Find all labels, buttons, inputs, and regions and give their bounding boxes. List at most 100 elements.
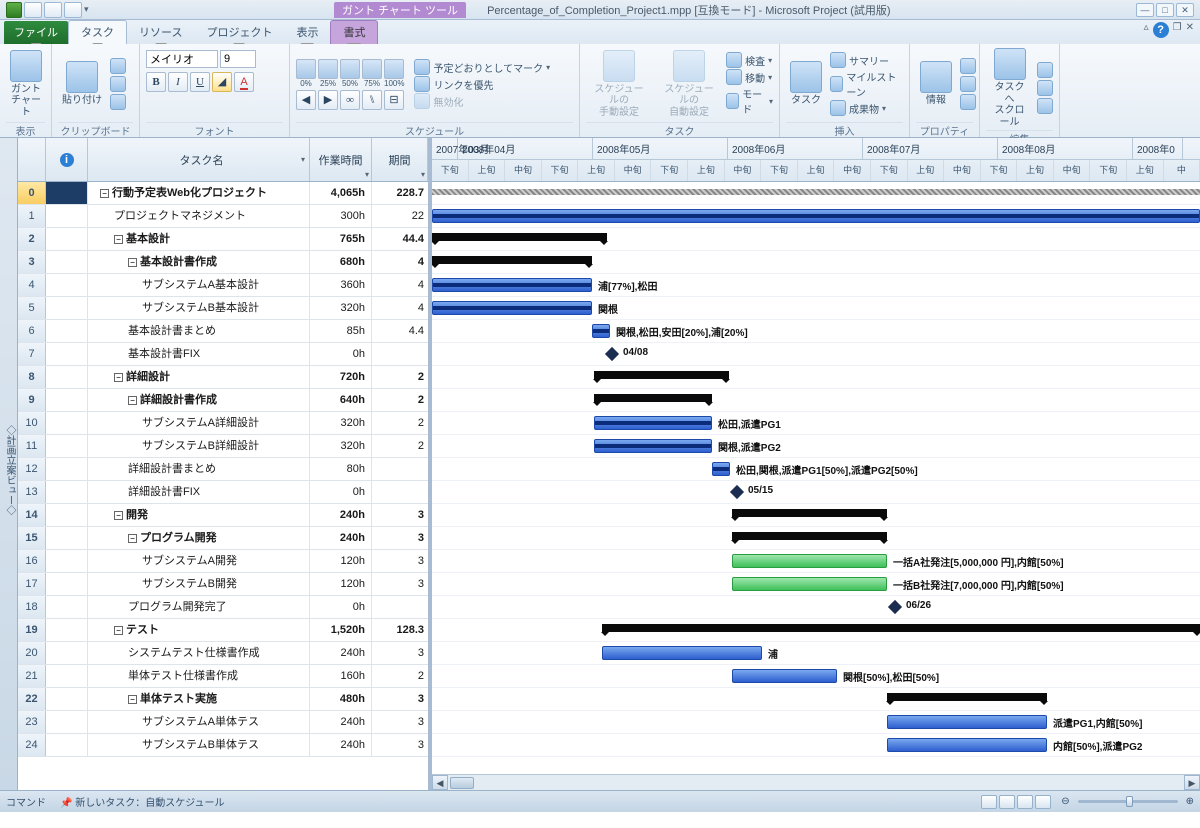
table-row[interactable]: 24サブシステムB単体テス240h3	[18, 734, 428, 757]
paste-button[interactable]: 貼り付け	[58, 59, 106, 109]
pct-button[interactable]	[340, 59, 360, 79]
mdi-restore-icon[interactable]: ❐	[1173, 22, 1182, 38]
copy-icon[interactable]	[110, 76, 126, 92]
table-row[interactable]: 10サブシステムA詳細設計320h2	[18, 412, 428, 435]
task-insert-button[interactable]: タスク	[786, 59, 826, 109]
qat-save[interactable]	[24, 2, 42, 18]
table-row[interactable]: 19−テスト1,520h128.3	[18, 619, 428, 642]
task-bar[interactable]	[732, 554, 887, 568]
minimize-button[interactable]: —	[1136, 3, 1154, 17]
table-row[interactable]: 13詳細設計書FIX0h	[18, 481, 428, 504]
table-row[interactable]: 3−基本設計書作成680h4	[18, 251, 428, 274]
bold-button[interactable]: B	[146, 72, 166, 92]
details-icon[interactable]	[960, 76, 976, 92]
col-duration[interactable]: 期間▾	[372, 138, 428, 181]
pct-button[interactable]	[318, 59, 338, 79]
table-row[interactable]: 4サブシステムA基本設計360h4	[18, 274, 428, 297]
col-task-name[interactable]: タスク名▾	[88, 138, 310, 181]
task-bar[interactable]	[887, 715, 1047, 729]
zoom-in-button[interactable]: ⊕	[1186, 796, 1194, 807]
inspect-button[interactable]: 検査▾	[726, 52, 772, 68]
task-bar[interactable]	[732, 669, 837, 683]
view-bar[interactable]: ◇計画立案ビュー◇	[0, 138, 18, 790]
move-button[interactable]: 移動▾	[726, 69, 772, 85]
tab-task[interactable]: タスクH	[68, 20, 127, 44]
table-row[interactable]: 12詳細設計書まとめ80h	[18, 458, 428, 481]
task-bar[interactable]	[594, 416, 712, 430]
table-row[interactable]: 23サブシステムA単体テス240h3	[18, 711, 428, 734]
table-row[interactable]: 15−プログラム開発240h3	[18, 527, 428, 550]
view-btn-4[interactable]	[1035, 795, 1051, 809]
notes-icon[interactable]	[960, 58, 976, 74]
table-row[interactable]: 1プロジェクトマネジメント300h22	[18, 205, 428, 228]
italic-button[interactable]: I	[168, 72, 188, 92]
scroll-to-task-button[interactable]: タスクへ スクロール	[986, 46, 1033, 130]
milestone-button[interactable]: マイルストーン	[830, 69, 903, 99]
task-bar[interactable]	[432, 301, 592, 315]
view-btn-2[interactable]	[999, 795, 1015, 809]
pct-button[interactable]	[384, 59, 404, 79]
indent-button[interactable]: ▶	[318, 90, 338, 110]
font-size-input[interactable]	[220, 50, 256, 68]
zoom-out-button[interactable]: ⊖	[1061, 796, 1069, 807]
fontcolor-button[interactable]: A	[234, 72, 254, 92]
table-row[interactable]: 9−詳細設計書作成640h2	[18, 389, 428, 412]
table-row[interactable]: 2−基本設計765h44.4	[18, 228, 428, 251]
milestone[interactable]	[730, 485, 744, 499]
link-button[interactable]: ∞	[340, 90, 360, 110]
timeline-icon[interactable]	[960, 94, 976, 110]
unlink-button[interactable]: ⑊	[362, 90, 382, 110]
table-row[interactable]: 0−行動予定表Web化プロジェクト4,065h228.7	[18, 182, 428, 205]
bgcolor-button[interactable]: ◢	[212, 72, 232, 92]
tab-file[interactable]: ファイルF	[4, 21, 68, 44]
split-button[interactable]: ⊟	[384, 90, 404, 110]
table-row[interactable]: 17サブシステムB開発120h3	[18, 573, 428, 596]
pct-button[interactable]	[362, 59, 382, 79]
information-button[interactable]: 情報	[916, 59, 956, 109]
mdi-close-icon[interactable]: ✕	[1186, 22, 1194, 38]
table-row[interactable]: 7基本設計書FIX0h	[18, 343, 428, 366]
table-row[interactable]: 21単体テスト仕様書作成160h2	[18, 665, 428, 688]
qat-undo[interactable]	[44, 2, 62, 18]
format-painter-icon[interactable]	[110, 94, 126, 110]
milestone[interactable]	[605, 347, 619, 361]
cut-icon[interactable]	[110, 58, 126, 74]
horizontal-scrollbar[interactable]: ◀▶	[432, 774, 1200, 790]
close-button[interactable]: ✕	[1176, 3, 1194, 17]
mode-button[interactable]: モード▾	[726, 86, 773, 116]
tab-format[interactable]: 書式JF	[330, 20, 378, 44]
find-icon[interactable]	[1037, 62, 1053, 78]
view-btn-3[interactable]	[1017, 795, 1033, 809]
help-icon[interactable]: ?	[1153, 22, 1169, 38]
table-row[interactable]: 11サブシステムB詳細設計320h2	[18, 435, 428, 458]
task-bar[interactable]	[592, 324, 610, 338]
task-bar[interactable]	[432, 278, 592, 292]
tab-view[interactable]: 表示W	[284, 21, 330, 44]
table-row[interactable]: 20システムテスト仕様書作成240h3	[18, 642, 428, 665]
task-bar[interactable]	[712, 462, 730, 476]
task-bar[interactable]	[594, 439, 712, 453]
summary-button[interactable]: サマリー	[830, 52, 889, 68]
zoom-slider[interactable]	[1078, 800, 1178, 803]
table-row[interactable]: 5サブシステムB基本設計320h4	[18, 297, 428, 320]
underline-button[interactable]: U	[190, 72, 210, 92]
mark-on-track-button[interactable]: 予定どおりとしてマーク▾	[414, 59, 550, 75]
gantt-chart[interactable]: 2007年03月2008年04月2008年05月2008年06月2008年07月…	[432, 138, 1200, 790]
fill-icon[interactable]	[1037, 98, 1053, 114]
table-row[interactable]: 22−単体テスト実施480h3	[18, 688, 428, 711]
maximize-button[interactable]: □	[1156, 3, 1174, 17]
milestone[interactable]	[888, 600, 902, 614]
task-bar[interactable]	[732, 577, 887, 591]
task-bar[interactable]	[602, 646, 762, 660]
col-work[interactable]: 作業時間▾	[310, 138, 372, 181]
outdent-button[interactable]: ◀	[296, 90, 316, 110]
gantt-chart-button[interactable]: ガント チャート	[6, 48, 46, 121]
view-btn-1[interactable]	[981, 795, 997, 809]
table-row[interactable]: 6基本設計書まとめ85h4.4	[18, 320, 428, 343]
table-row[interactable]: 16サブシステムA開発120h3	[18, 550, 428, 573]
font-name-input[interactable]	[146, 50, 218, 68]
clear-icon[interactable]	[1037, 80, 1053, 96]
table-row[interactable]: 18プログラム開発完了0h	[18, 596, 428, 619]
task-bar[interactable]	[887, 738, 1047, 752]
tab-resource[interactable]: リソースU	[127, 21, 194, 44]
